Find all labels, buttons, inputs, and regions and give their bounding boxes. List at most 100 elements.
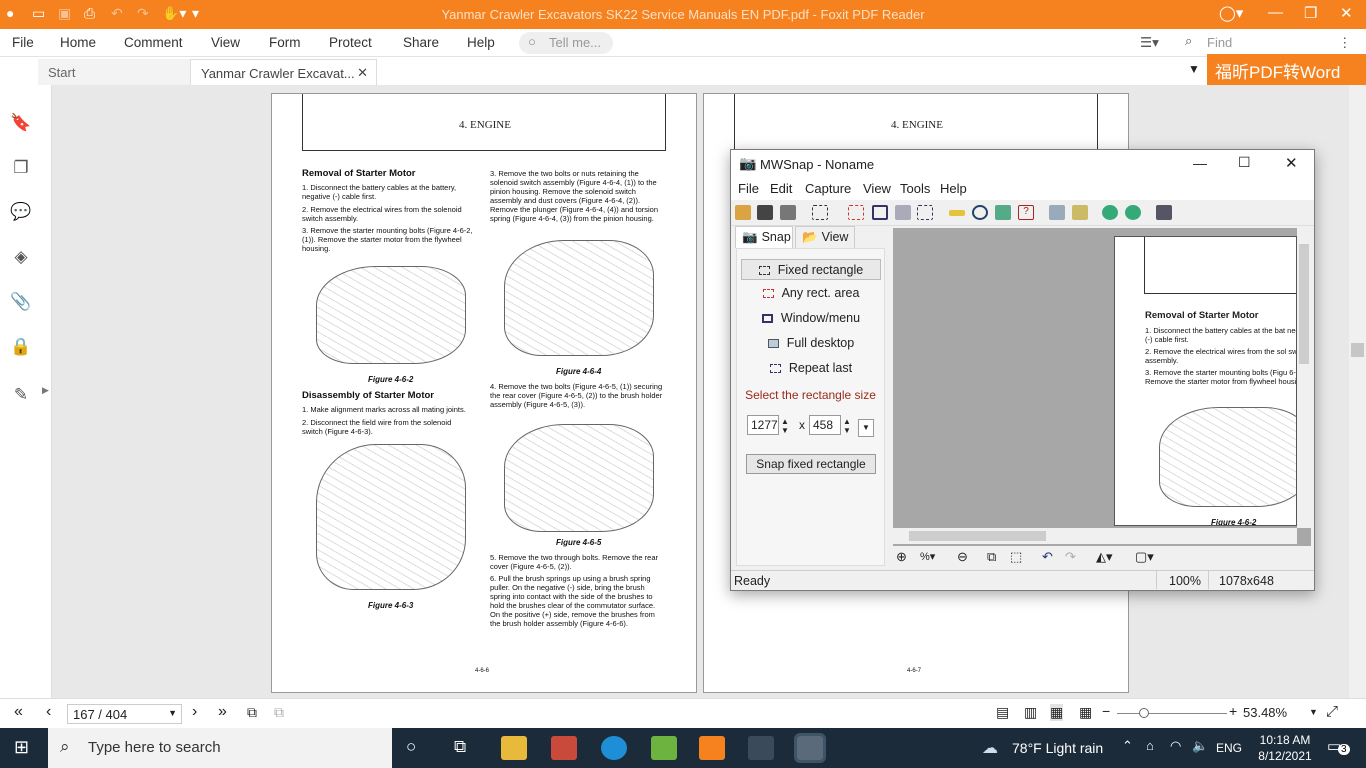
- comments-icon[interactable]: 💬: [10, 202, 32, 224]
- vertical-scrollbar[interactable]: [1349, 85, 1366, 698]
- zoom-level[interactable]: 53.48%: [1243, 705, 1287, 720]
- network-icon[interactable]: ⌂: [1146, 738, 1154, 753]
- ribbon-options-icon[interactable]: ☰▾: [1140, 35, 1159, 51]
- page-number-input[interactable]: 167 / 404 ▼: [67, 704, 182, 724]
- file-explorer-icon[interactable]: [501, 736, 527, 760]
- attachment-icon[interactable]: 📎: [10, 292, 32, 314]
- wifi-icon[interactable]: ◠: [1170, 738, 1181, 754]
- preview-hscroll-thumb[interactable]: [909, 531, 1046, 541]
- width-spinner-icon[interactable]: ▲ ▼: [781, 417, 789, 435]
- menu-share[interactable]: Share: [403, 35, 439, 50]
- menu-help[interactable]: Help: [467, 35, 495, 50]
- single-page-icon[interactable]: ▤: [996, 704, 1009, 721]
- mwsnap-close-icon[interactable]: ✕: [1285, 154, 1298, 172]
- mw-dock-icon[interactable]: [1125, 205, 1141, 220]
- signature-icon[interactable]: ✎: [10, 385, 32, 407]
- volume-icon[interactable]: 🔈: [1192, 738, 1208, 754]
- mw-hide-icon[interactable]: [1102, 205, 1118, 220]
- menu-form[interactable]: Form: [269, 35, 301, 50]
- window-menu-button[interactable]: Window/menu: [741, 308, 881, 329]
- zoom-out-icon[interactable]: ⊖: [957, 549, 968, 565]
- mw-menu-help[interactable]: Help: [940, 181, 967, 196]
- layers-icon[interactable]: ◈: [10, 247, 32, 269]
- continuous-facing-icon[interactable]: ▦: [1079, 704, 1092, 721]
- bookmark-icon[interactable]: 🔖: [10, 113, 32, 135]
- mw-tab-view[interactable]: 📂 View: [795, 226, 855, 248]
- height-input[interactable]: 458: [809, 415, 841, 435]
- security-icon[interactable]: 🔒: [10, 337, 32, 359]
- mw-repeat-icon[interactable]: [917, 205, 933, 220]
- mw-menu-view[interactable]: View: [863, 181, 891, 196]
- next-page-icon[interactable]: ›: [192, 703, 197, 721]
- zoom-slider[interactable]: [1117, 713, 1227, 714]
- tell-me-input[interactable]: ○ Tell me...: [519, 32, 613, 54]
- menu-protect[interactable]: Protect: [329, 35, 372, 50]
- menu-home[interactable]: Home: [60, 35, 96, 50]
- mw-window-icon[interactable]: [872, 205, 888, 220]
- clock-date[interactable]: 8/12/2021: [1256, 749, 1314, 763]
- zoom-in-icon[interactable]: +: [1229, 703, 1237, 719]
- input-language[interactable]: ENG: [1216, 741, 1242, 755]
- mw-save-icon[interactable]: [757, 205, 773, 220]
- zoom-out-icon[interactable]: −: [1102, 703, 1110, 719]
- prev-page-icon[interactable]: ‹: [46, 703, 51, 721]
- zoom-slider-thumb[interactable]: [1139, 708, 1149, 718]
- mwsnap-maximize-icon[interactable]: ☐: [1238, 154, 1251, 171]
- taskbar-search[interactable]: ⌕ Type here to search: [48, 728, 392, 768]
- continuous-icon[interactable]: ▥: [1024, 704, 1037, 721]
- menu-comment[interactable]: Comment: [124, 35, 183, 50]
- close-icon[interactable]: ✕: [1340, 4, 1353, 22]
- clock-time[interactable]: 10:18 AM: [1256, 733, 1314, 747]
- preview-hscroll[interactable]: [893, 528, 1297, 544]
- mw-open-icon[interactable]: [735, 205, 751, 220]
- edge-icon[interactable]: [601, 736, 627, 760]
- menu-view[interactable]: View: [211, 35, 240, 50]
- tab-document[interactable]: Yanmar Crawler Excavat... ✕: [190, 59, 377, 85]
- mw-settings-icon[interactable]: [1072, 205, 1088, 220]
- zoom-percent-icon[interactable]: %▾: [920, 550, 935, 563]
- last-page-icon[interactable]: »: [218, 703, 227, 721]
- snap-preview[interactable]: Removal of Starter Motor 1. Disconnect t…: [893, 228, 1311, 546]
- convert-to-word-button[interactable]: 福昕PDF转Word: [1207, 54, 1366, 85]
- restore-icon[interactable]: ❐: [1304, 4, 1317, 22]
- app-icon-green[interactable]: [651, 736, 677, 760]
- repeat-last-button[interactable]: Repeat last: [741, 358, 881, 379]
- weather-text[interactable]: 78°F Light rain: [1012, 740, 1103, 756]
- foxit-taskbar-icon[interactable]: [699, 736, 725, 760]
- mw-fixed-rect-icon[interactable]: [812, 205, 828, 220]
- zoom-in-icon[interactable]: ⊕: [896, 549, 907, 565]
- minimize-icon[interactable]: —: [1268, 4, 1283, 21]
- previous-view-icon[interactable]: ⧉: [247, 704, 257, 721]
- mwsnap-minimize-icon[interactable]: —: [1193, 155, 1207, 171]
- windows-start-icon[interactable]: ⊞: [14, 737, 29, 758]
- flip-icon[interactable]: ◭▾: [1096, 549, 1113, 565]
- menu-file[interactable]: File: [12, 35, 34, 50]
- frame-icon[interactable]: ▢▾: [1135, 549, 1154, 565]
- zoom-dropdown-icon[interactable]: ▼: [1309, 707, 1318, 717]
- account-icon[interactable]: ◯▾: [1219, 4, 1243, 22]
- find-input[interactable]: ⌕ Find: [1183, 32, 1333, 54]
- mw-tab-snap[interactable]: 📷 Snap: [735, 226, 793, 248]
- full-desktop-button[interactable]: Full desktop: [741, 333, 881, 354]
- mw-menu-capture[interactable]: Capture: [805, 181, 851, 196]
- scroll-thumb[interactable]: [1351, 343, 1364, 357]
- mw-menu-edit[interactable]: Edit: [770, 181, 792, 196]
- mw-menu-tools[interactable]: Tools: [900, 181, 930, 196]
- mw-print-icon[interactable]: [780, 205, 796, 220]
- mwsnap-taskbar-icon[interactable]: [794, 733, 826, 763]
- mw-hotkeys-icon[interactable]: [1049, 205, 1065, 220]
- page-dropdown-icon[interactable]: ▼: [168, 708, 177, 718]
- fullscreen-icon[interactable]: ⤢: [1326, 703, 1338, 720]
- mw-ruler-icon[interactable]: [949, 210, 965, 216]
- mw-exit-icon[interactable]: [1156, 205, 1172, 220]
- tab-start[interactable]: Start: [38, 59, 190, 85]
- preview-vscroll-thumb[interactable]: [1299, 244, 1309, 364]
- mw-any-rect-icon[interactable]: [848, 205, 864, 220]
- width-input[interactable]: 1277: [747, 415, 779, 435]
- first-page-icon[interactable]: «: [14, 703, 23, 721]
- height-spinner-icon[interactable]: ▲ ▼: [843, 417, 851, 435]
- app-icon-red[interactable]: [551, 736, 577, 760]
- task-view-icon[interactable]: ⧉: [454, 737, 466, 757]
- copy-icon[interactable]: ⧉: [987, 549, 996, 565]
- next-view-icon[interactable]: ⧉: [274, 704, 284, 721]
